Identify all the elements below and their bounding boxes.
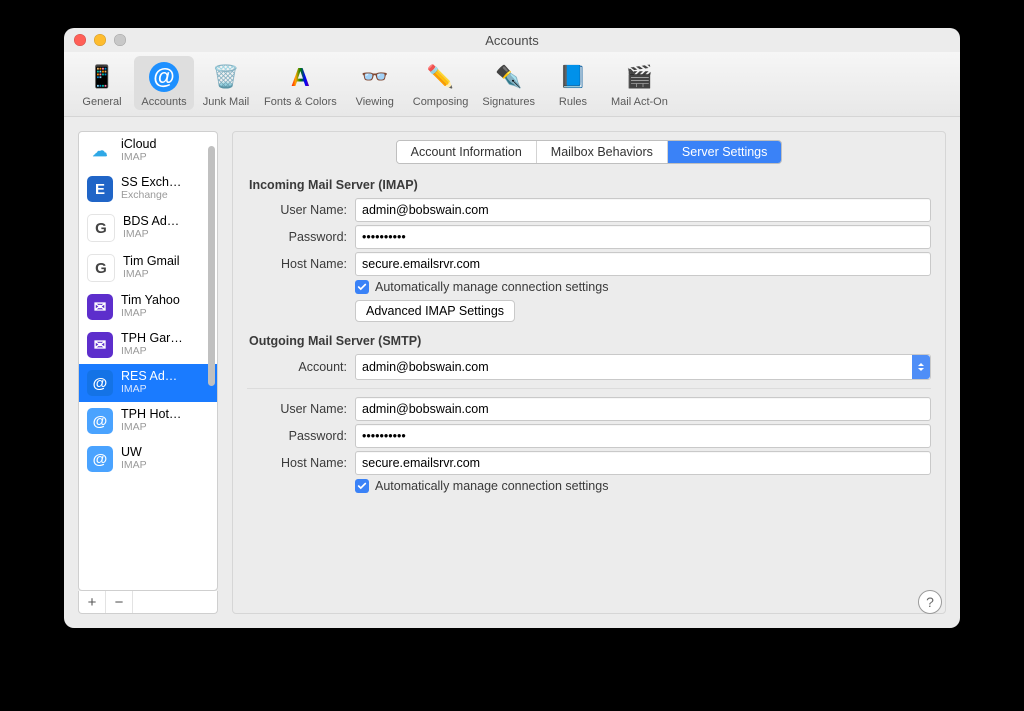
accounts-footer: + − [78,591,218,614]
toolbar-general[interactable]: 📱 General [72,56,132,110]
outgoing-auto-checkbox[interactable] [355,479,369,493]
account-item-exchange[interactable]: E SS Exch…Exchange [79,170,217,208]
titlebar: Accounts [64,28,960,52]
separator [247,388,931,389]
toolbar-rules[interactable]: 📘 Rules [543,56,603,110]
fonts-colors-icon: A [283,60,317,94]
minimize-icon[interactable] [94,34,106,46]
toolbar-fonts-colors[interactable]: A Fonts & Colors [258,56,343,110]
incoming-hostname-field[interactable] [355,252,931,276]
at-icon: @ [87,370,113,396]
outgoing-password-field[interactable] [355,424,931,448]
toolbar-composing[interactable]: ✏️ Composing [407,56,475,110]
incoming-auto-label: Automatically manage connection settings [375,280,608,294]
toolbar-accounts[interactable]: @ Accounts [134,56,194,110]
advanced-imap-settings-button[interactable]: Advanced IMAP Settings [355,300,515,322]
viewing-icon: 👓 [358,60,392,94]
outgoing-section-title: Outgoing Mail Server (SMTP) [249,334,931,348]
settings-tabs: Account Information Mailbox Behaviors Se… [396,140,783,164]
add-account-button[interactable]: + [79,591,106,613]
account-item-tph-gar[interactable]: ✉ TPH Gar…IMAP [79,326,217,364]
outgoing-account-label: Account: [247,360,347,374]
outgoing-password-label: Password: [247,429,347,443]
incoming-password-label: Password: [247,230,347,244]
rules-icon: 📘 [556,60,590,94]
account-item-res-ad[interactable]: @ RES Ad…IMAP [79,364,217,402]
accounts-list[interactable]: ☁ iCloudIMAP E SS Exch…Exchange G BDS Ad… [78,131,218,591]
account-item-yahoo[interactable]: ✉ Tim YahooIMAP [79,288,217,326]
window-title: Accounts [64,33,960,48]
accounts-icon: @ [147,60,181,94]
remove-account-button[interactable]: − [106,591,133,613]
yahoo-icon: ✉ [87,294,113,320]
tab-server-settings[interactable]: Server Settings [668,141,781,163]
composing-icon: ✏️ [424,60,458,94]
incoming-hostname-label: Host Name: [247,257,347,271]
incoming-section-title: Incoming Mail Server (IMAP) [249,178,931,192]
incoming-auto-checkbox[interactable] [355,280,369,294]
incoming-username-label: User Name: [247,203,347,217]
tab-account-information[interactable]: Account Information [397,141,537,163]
account-item-uw[interactable]: @ UWIMAP [79,440,217,478]
scrollbar[interactable] [208,136,215,586]
account-item-icloud[interactable]: ☁ iCloudIMAP [79,132,217,170]
at-icon: @ [87,408,113,434]
outgoing-hostname-label: Host Name: [247,456,347,470]
outgoing-hostname-field[interactable] [355,451,931,475]
tab-mailbox-behaviors[interactable]: Mailbox Behaviors [537,141,668,163]
outgoing-username-label: User Name: [247,402,347,416]
preferences-toolbar: 📱 General @ Accounts 🗑️ Junk Mail A Font… [64,52,960,117]
google-icon: G [87,254,115,282]
settings-panel: Account Information Mailbox Behaviors Se… [232,131,946,614]
yahoo-icon: ✉ [87,332,113,358]
account-item-tph-hot[interactable]: @ TPH Hot…IMAP [79,402,217,440]
zoom-icon[interactable] [114,34,126,46]
exchange-icon: E [87,176,113,202]
cloud-icon: ☁ [87,138,113,164]
google-icon: G [87,214,115,242]
toolbar-mail-act-on[interactable]: 🎬 Mail Act-On [605,56,674,110]
account-item-gmail[interactable]: G Tim GmailIMAP [79,248,217,288]
toolbar-viewing[interactable]: 👓 Viewing [345,56,405,110]
signatures-icon: ✒️ [492,60,526,94]
incoming-password-field[interactable] [355,225,931,249]
preferences-window: Accounts 📱 General @ Accounts 🗑️ Junk Ma… [64,28,960,628]
chevron-updown-icon [912,355,930,379]
outgoing-username-field[interactable] [355,397,931,421]
mail-act-on-icon: 🎬 [622,60,656,94]
account-item-bds[interactable]: G BDS Ad…IMAP [79,208,217,248]
help-button[interactable]: ? [918,590,942,614]
outgoing-account-select[interactable]: admin@bobswain.com [355,354,931,380]
toolbar-signatures[interactable]: ✒️ Signatures [476,56,541,110]
junk-mail-icon: 🗑️ [209,60,243,94]
at-icon: @ [87,446,113,472]
outgoing-auto-label: Automatically manage connection settings [375,479,608,493]
close-icon[interactable] [74,34,86,46]
toolbar-junk-mail[interactable]: 🗑️ Junk Mail [196,56,256,110]
incoming-username-field[interactable] [355,198,931,222]
general-icon: 📱 [85,60,119,94]
